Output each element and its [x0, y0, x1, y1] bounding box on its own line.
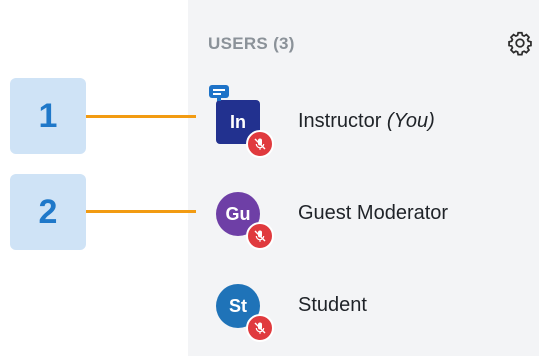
- users-header: USERS (3): [208, 34, 295, 53]
- user-name: Guest Moderator: [298, 202, 448, 225]
- callout-number: 2: [38, 192, 58, 231]
- avatar-initials: Gu: [225, 203, 251, 224]
- user-name: Instructor (You): [298, 110, 435, 133]
- user-row-student[interactable]: St Student: [188, 284, 539, 354]
- user-name-text: Student: [298, 294, 367, 316]
- callout-connector-2: [86, 210, 196, 213]
- presenter-icon: [209, 85, 229, 101]
- muted-microphone-icon: [246, 222, 274, 250]
- user-row-guest-moderator[interactable]: Gu Guest Moderator: [188, 192, 539, 262]
- callout-connector-1: [86, 115, 196, 118]
- muted-microphone-icon: [246, 314, 274, 342]
- users-panel: USERS (3) In Instructor (You) Gu Guest M…: [188, 0, 539, 356]
- avatar-initials: St: [229, 295, 247, 316]
- gear-icon[interactable]: [507, 30, 533, 56]
- user-name-text: Instructor: [298, 110, 382, 132]
- muted-microphone-icon: [246, 130, 274, 158]
- callout-1: 1: [10, 78, 86, 154]
- callout-2: 2: [10, 174, 86, 250]
- callout-number: 1: [38, 96, 58, 135]
- user-row-instructor[interactable]: In Instructor (You): [188, 85, 539, 170]
- avatar-initials: In: [230, 111, 246, 132]
- you-label: (You): [386, 110, 435, 132]
- user-name: Student: [298, 294, 367, 317]
- user-name-text: Guest Moderator: [298, 202, 449, 224]
